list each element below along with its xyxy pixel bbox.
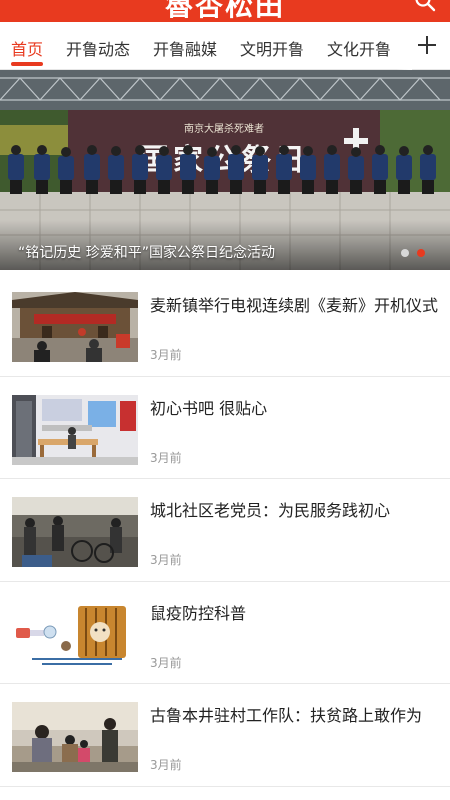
news-time: 3月前 <box>150 348 182 362</box>
stage-subtext: 南京大屠杀死难者 <box>184 122 264 135</box>
news-title: 麦新镇举行电视连续剧《麦新》开机仪式 <box>150 296 439 315</box>
banner-caption: “铭记历史 珍爱和平”国家公祭日纪念活动 <box>18 245 275 261</box>
news-item[interactable]: 城北社区老党员：为民服务践初心 3月前 <box>0 479 450 582</box>
app-screen: 魯杏松田 首页 开鲁动态 开鲁融媒 文明开鲁 文化开鲁 南京大屠杀死难者 国家公… <box>0 0 450 800</box>
news-title: 初心书吧 很贴心 <box>150 398 268 418</box>
featured-banner[interactable]: 南京大屠杀死难者 国家公祭日 “铭记历史 珍爱和平”国家公祭日纪念活动 <box>0 70 450 270</box>
tab-kailu-news[interactable]: 开鲁动态 <box>66 36 130 60</box>
community-photo-thumbnail <box>12 497 138 567</box>
news-item[interactable]: 古鲁本井驻村工作队：扶贫路上敢作为 3月前 <box>0 684 450 787</box>
category-tabs: 首页 开鲁动态 开鲁融媒 文明开鲁 文化开鲁 <box>0 22 450 70</box>
app-title: 魯杏松田 <box>164 0 285 22</box>
news-title: 古鲁本井驻村工作队：扶贫路上敢作为 <box>150 706 423 725</box>
tab-home[interactable]: 首页 <box>11 36 43 60</box>
tab-civilized-kailu[interactable]: 文明开鲁 <box>240 36 304 60</box>
app-header: 魯杏松田 <box>0 0 450 22</box>
news-time: 3月前 <box>150 758 182 772</box>
news-time: 3月前 <box>150 553 182 567</box>
search-icon[interactable] <box>414 0 436 12</box>
banner-image: 南京大屠杀死难者 国家公祭日 <box>0 70 450 270</box>
tab-culture-kailu[interactable]: 文化开鲁 <box>327 36 391 60</box>
add-channel-button[interactable] <box>412 30 442 60</box>
news-list: 麦新镇举行电视连续剧《麦新》开机仪式 3月前 初心书吧 很贴心 3月前 城北社区… <box>0 274 450 787</box>
news-time: 3月前 <box>150 450 182 465</box>
carousel-dot-1[interactable] <box>401 249 409 257</box>
active-tab-indicator <box>11 62 43 66</box>
village-photo-thumbnail <box>12 702 138 772</box>
news-item[interactable]: 鼠疫防控科普 3月前 <box>0 581 450 684</box>
library-photo-thumbnail <box>12 394 138 465</box>
news-title: 城北社区老党员：为民服务践初心 <box>150 501 391 520</box>
ceremony-photo-thumbnail <box>12 292 138 362</box>
news-item[interactable]: 初心书吧 很贴心 3月前 <box>0 376 450 479</box>
tabs-fade <box>396 22 412 70</box>
tab-kailu-media[interactable]: 开鲁融媒 <box>153 36 217 60</box>
news-time: 3月前 <box>150 655 182 670</box>
news-item[interactable]: 麦新镇举行电视连续剧《麦新》开机仪式 3月前 <box>0 274 450 377</box>
news-title: 鼠疫防控科普 <box>150 603 247 623</box>
plague-poster-thumbnail <box>12 599 138 670</box>
carousel-dot-2-active[interactable] <box>417 249 425 257</box>
